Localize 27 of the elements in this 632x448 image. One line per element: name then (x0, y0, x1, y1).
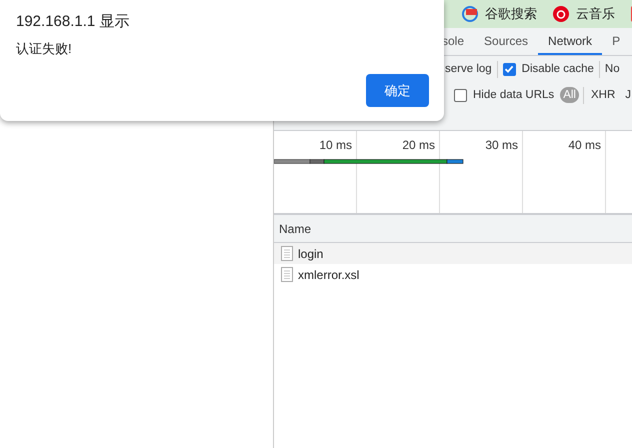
music-icon (553, 6, 569, 22)
checkbox[interactable] (454, 88, 467, 102)
bookmark-link[interactable]: 云音乐 (576, 5, 615, 23)
devtools-tab[interactable]: P (602, 28, 630, 55)
request-row[interactable]: login (274, 243, 632, 264)
filter-type-button[interactable]: J (622, 87, 632, 103)
tick-label: 30 ms (485, 138, 518, 152)
request-name[interactable]: login (298, 246, 324, 260)
bookmark-link[interactable]: 谷歌搜索 (485, 5, 537, 23)
ok-button[interactable]: 确定 (366, 74, 429, 107)
request-name[interactable]: xmlerror.xsl (298, 268, 360, 282)
devtools-tab[interactable]: Sources (474, 28, 538, 55)
tick-label: 10 ms (319, 138, 352, 152)
checkbox[interactable] (502, 62, 516, 76)
document-icon (281, 267, 293, 282)
checkbox-label: Disable cache (522, 63, 594, 75)
filter-type-button[interactable]: XHR (588, 87, 618, 103)
tick-label: 20 ms (402, 138, 435, 152)
toolbar-label: serve log (445, 63, 492, 75)
dialog-message: 认证失败! (16, 40, 73, 58)
column-header[interactable]: Name (279, 222, 312, 236)
toolbar-label: No (604, 63, 620, 75)
dialog-title: 192.168.1.1 显示 (16, 12, 130, 31)
tick-label: 40 ms (568, 138, 601, 152)
checkbox-label: Hide data URLs (473, 89, 554, 101)
search-engine-icon (462, 6, 478, 22)
document-icon (281, 246, 293, 261)
